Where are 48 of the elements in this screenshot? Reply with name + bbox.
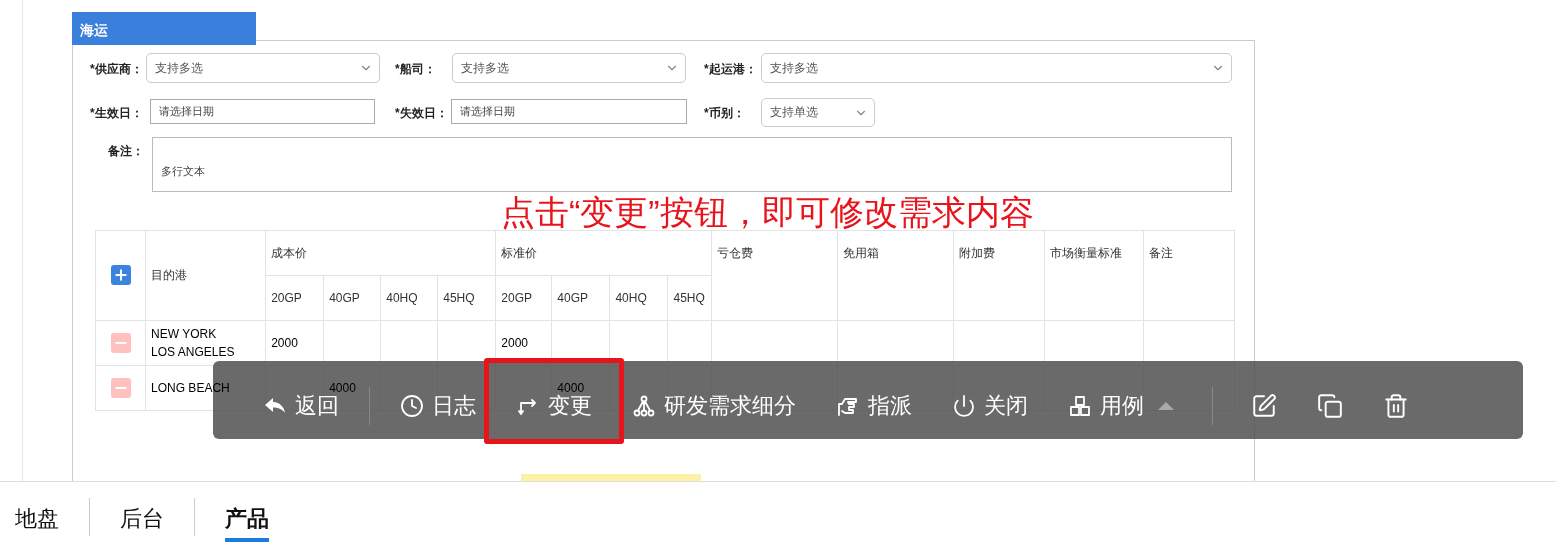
- field-label: 备注：: [107, 143, 145, 160]
- table-header-cell: 40HQ: [609, 275, 668, 321]
- table-cell: 2000: [271, 336, 298, 350]
- table-header-cell: 45HQ: [437, 275, 496, 321]
- field-label: *起运港：: [704, 61, 758, 78]
- delete-icon: [1383, 393, 1409, 419]
- add-row-icon[interactable]: [110, 265, 131, 285]
- table-header-cell: 市场衡量标准: [1044, 230, 1144, 321]
- field-label: *生效日：: [90, 105, 144, 122]
- table-header-cell: 附加费: [953, 230, 1045, 321]
- table-header-cell: 20GP: [265, 275, 324, 321]
- field-label: *币别：: [704, 105, 746, 122]
- table-header-cell: 40HQ: [380, 275, 438, 321]
- select-field[interactable]: 支持单选: [761, 98, 875, 127]
- select-field[interactable]: 支持多选: [452, 53, 686, 83]
- table-header-cell: 40GP: [551, 275, 610, 321]
- table-header-cell: 免用箱: [837, 230, 954, 321]
- squares-icon: [1068, 394, 1092, 418]
- field-label: *船司：: [395, 61, 437, 78]
- date-field[interactable]: 请选择日期: [451, 99, 687, 124]
- bottom-tab[interactable]: 产品: [225, 500, 269, 543]
- toolbar-button[interactable]: 关闭: [932, 391, 1048, 421]
- clock-icon: [400, 394, 424, 418]
- table-header-cell: 20GP: [495, 275, 552, 321]
- date-field[interactable]: 请选择日期: [150, 99, 375, 124]
- table-header-cell: 亏仓费: [712, 230, 838, 321]
- table-header-cell: 目的港: [145, 230, 266, 321]
- table-header-cell: 标准价: [495, 230, 712, 276]
- hierarchy-icon: [632, 394, 656, 418]
- power-icon: [952, 394, 976, 418]
- table-header-cell: 备注: [1143, 230, 1235, 321]
- bottom-tab[interactable]: 地盘: [15, 500, 59, 543]
- field-label: *失效日：: [395, 105, 449, 122]
- toolbar-button[interactable]: 指派: [816, 391, 932, 421]
- toolbar-button[interactable]: 研发需求细分: [612, 391, 816, 421]
- toolbar-button[interactable]: 日志: [380, 391, 496, 421]
- field-label: *供应商：: [90, 61, 144, 78]
- bottom-tab[interactable]: 后台: [120, 500, 164, 543]
- table-header-cell: 成本价: [265, 230, 496, 276]
- copy-icon: [1317, 393, 1343, 419]
- textarea-field[interactable]: 多行文本: [152, 137, 1232, 192]
- edit-icon: [1251, 393, 1277, 419]
- annotation-text: 点击“变更”按钮，即可修改需求内容: [501, 195, 1034, 229]
- toolbar-button[interactable]: 用例: [1048, 391, 1194, 421]
- table-cell: 2000: [501, 336, 528, 350]
- select-field[interactable]: 支持多选: [146, 53, 380, 83]
- table-header-cell: 40GP: [323, 275, 381, 321]
- select-field[interactable]: 支持多选: [761, 53, 1232, 83]
